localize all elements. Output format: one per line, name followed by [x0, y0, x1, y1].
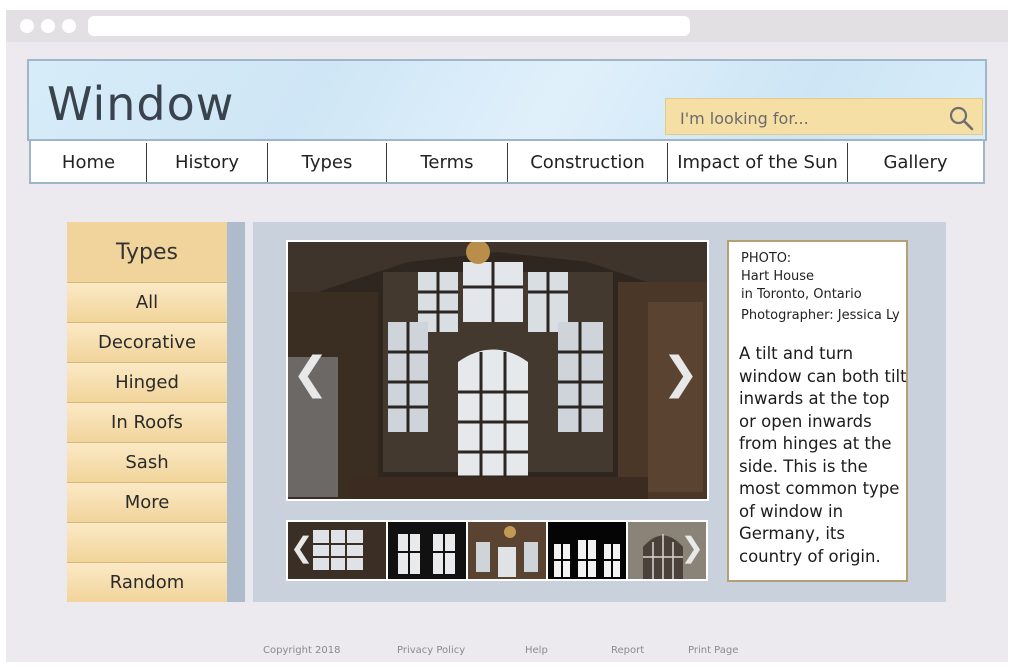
- window-dot-icon[interactable]: [20, 19, 34, 33]
- nav-home[interactable]: Home: [31, 143, 147, 182]
- nav-impact-of-the-sun[interactable]: Impact of the Sun: [668, 143, 848, 182]
- thumbnail-image: [388, 522, 466, 579]
- footer-privacy-link[interactable]: Privacy Policy: [397, 645, 465, 656]
- thumbnail-image: [548, 522, 626, 579]
- content-panel: Types All Decorative Hinged In Roofs Sas…: [67, 222, 946, 602]
- sidebar-heading: Types: [67, 222, 227, 282]
- nav-history[interactable]: History: [147, 143, 268, 182]
- sidebar-scroll-strip: [227, 222, 245, 602]
- window-dot-icon[interactable]: [62, 19, 76, 33]
- nav-terms[interactable]: Terms: [387, 143, 508, 182]
- search-icon[interactable]: [948, 105, 974, 131]
- footer-report-link[interactable]: Report: [611, 645, 644, 656]
- nav-construction[interactable]: Construction: [508, 143, 668, 182]
- sidebar-item-empty: [67, 522, 227, 562]
- footer-copyright: Copyright 2018: [263, 645, 341, 656]
- nav-types[interactable]: Types: [268, 143, 387, 182]
- photo-label: PHOTO:: [741, 251, 792, 266]
- sidebar-item-decorative[interactable]: Decorative: [67, 322, 227, 362]
- hall-window-photo: [288, 242, 707, 499]
- thumbnail[interactable]: [468, 522, 548, 579]
- next-photo-chevron-right-icon[interactable]: ❯: [662, 352, 699, 396]
- search-input[interactable]: [678, 105, 942, 131]
- sidebar-item-hinged[interactable]: Hinged: [67, 362, 227, 402]
- sidebar-item-random[interactable]: Random: [67, 562, 227, 602]
- photo-place: Hart House: [741, 269, 815, 284]
- nav-gallery[interactable]: Gallery: [848, 143, 983, 182]
- sidebar-item-in-roofs[interactable]: In Roofs: [67, 402, 227, 442]
- panel-divider: [245, 222, 253, 602]
- site-header: Window: [27, 59, 987, 141]
- thumbnail-image: [468, 522, 546, 579]
- main-nav: Home History Types Terms Construction Im…: [29, 141, 985, 184]
- footer-help-link[interactable]: Help: [525, 645, 548, 656]
- thumbs-next-chevron-right-icon[interactable]: ❯: [681, 534, 704, 562]
- thumbnail-strip: ❮ ❯: [286, 520, 708, 581]
- main-photo: ❮ ❯: [286, 240, 709, 501]
- photo-description: A tilt and turn window can both tilt inw…: [739, 344, 907, 566]
- thumbnail[interactable]: ❯: [628, 522, 706, 579]
- types-sidebar: Types All Decorative Hinged In Roofs Sas…: [67, 222, 227, 602]
- site-title: Window: [47, 77, 235, 131]
- photo-location: in Toronto, Ontario: [741, 287, 862, 302]
- photo-info-card: PHOTO: Hart House in Toronto, Ontario Ph…: [727, 240, 908, 582]
- thumbnail[interactable]: [388, 522, 468, 579]
- thumbnail[interactable]: ❮: [288, 522, 388, 579]
- sidebar-item-all[interactable]: All: [67, 282, 227, 322]
- sidebar-item-more[interactable]: More: [67, 482, 227, 522]
- sidebar-item-sash[interactable]: Sash: [67, 442, 227, 482]
- thumbs-prev-chevron-left-icon[interactable]: ❮: [290, 534, 313, 562]
- browser-toolbar: [6, 10, 1008, 42]
- thumbnail[interactable]: [548, 522, 628, 579]
- search-box[interactable]: [665, 98, 983, 135]
- footer-print-link[interactable]: Print Page: [688, 645, 738, 656]
- window-dot-icon[interactable]: [41, 19, 55, 33]
- photo-credit: Photographer: Jessica Ly: [741, 308, 900, 323]
- address-bar[interactable]: [88, 16, 690, 36]
- prev-photo-chevron-left-icon[interactable]: ❮: [292, 352, 329, 396]
